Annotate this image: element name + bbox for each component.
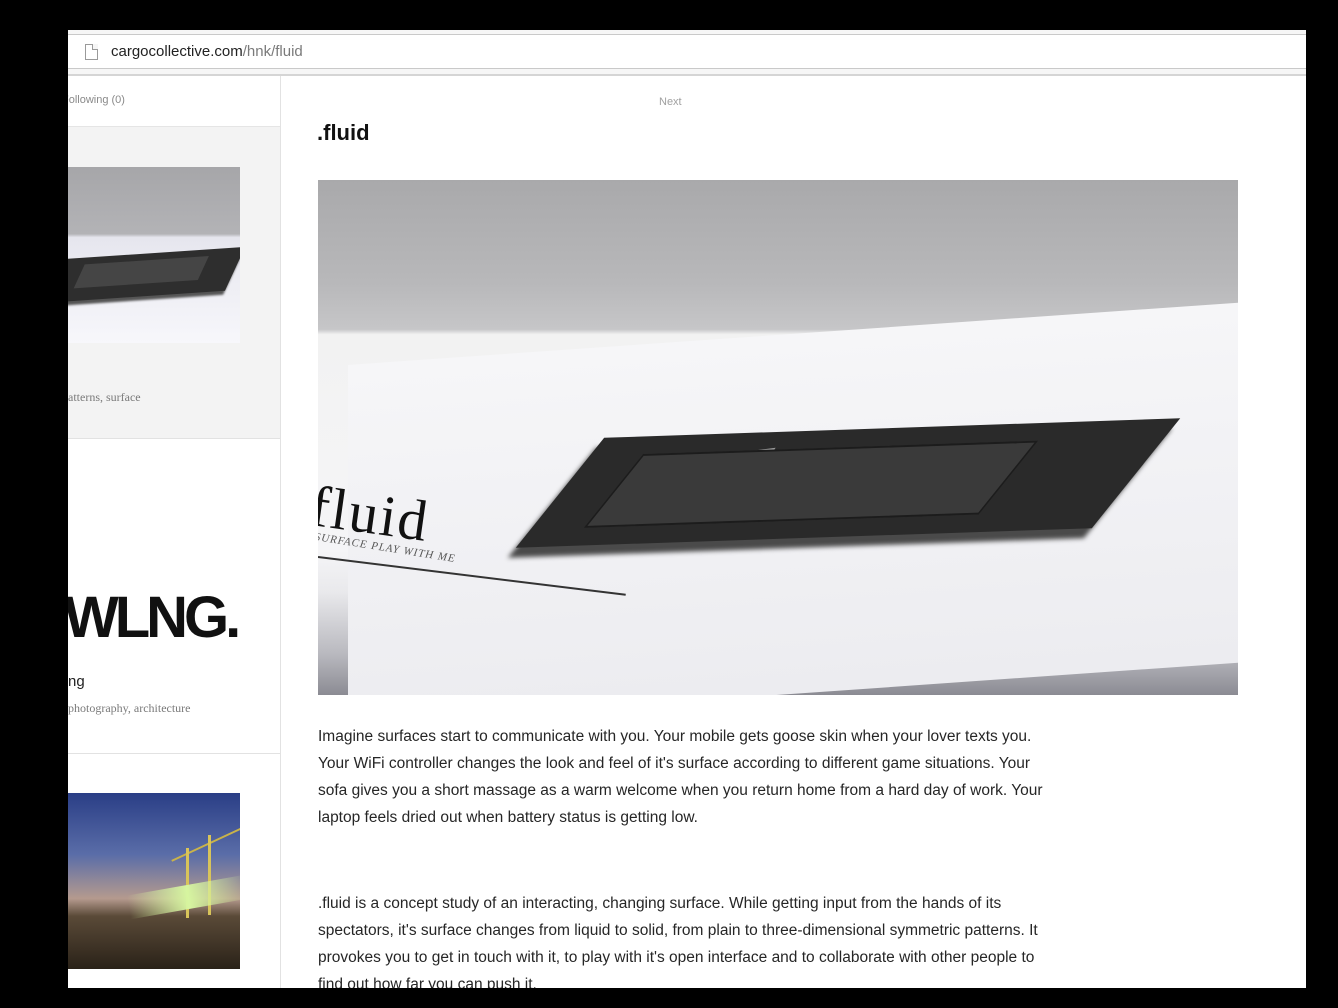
project-content: Next .fluid fluid SURFACE PLAY WITH ME I… — [281, 76, 1306, 988]
project-hero-image: fluid SURFACE PLAY WITH ME — [318, 180, 1238, 695]
following-bar: Following (0) — [68, 76, 280, 127]
next-link[interactable]: Next — [659, 96, 682, 108]
following-link[interactable]: Following (0) — [68, 94, 125, 106]
url-text[interactable]: cargocollective.com/hnk/fluid — [111, 43, 303, 60]
address-bar: cargocollective.com/hnk/fluid — [68, 30, 1306, 76]
page-icon — [85, 44, 98, 60]
sidebar-project-card[interactable] — [68, 754, 280, 988]
project-thumbnail[interactable] — [68, 793, 240, 969]
description-paragraph: .fluid is a concept study of an interact… — [318, 895, 1038, 988]
project-tags: patterns, surface — [68, 390, 141, 404]
sidebar-project-card[interactable]: patterns, surface — [68, 127, 280, 439]
url-host: cargocollective.com — [111, 43, 243, 60]
page-title: .fluid — [317, 120, 370, 145]
sidebar-project-card[interactable]: WLNG. ng photography, architecture — [68, 439, 280, 754]
url-field[interactable]: cargocollective.com/hnk/fluid — [68, 34, 1306, 69]
project-title[interactable]: ng — [68, 673, 85, 690]
project-sidebar: Following (0) patterns, surface WLNG. ng… — [68, 76, 281, 988]
project-thumbnail[interactable] — [68, 167, 240, 343]
browser-window: cargocollective.com/hnk/fluid Following … — [68, 30, 1306, 988]
project-tags: photography, architecture — [68, 701, 191, 715]
project-logo[interactable]: WLNG. — [68, 584, 241, 651]
url-path: /hnk/fluid — [242, 43, 303, 60]
description-paragraph: Imagine surfaces start to communicate wi… — [318, 728, 1043, 826]
